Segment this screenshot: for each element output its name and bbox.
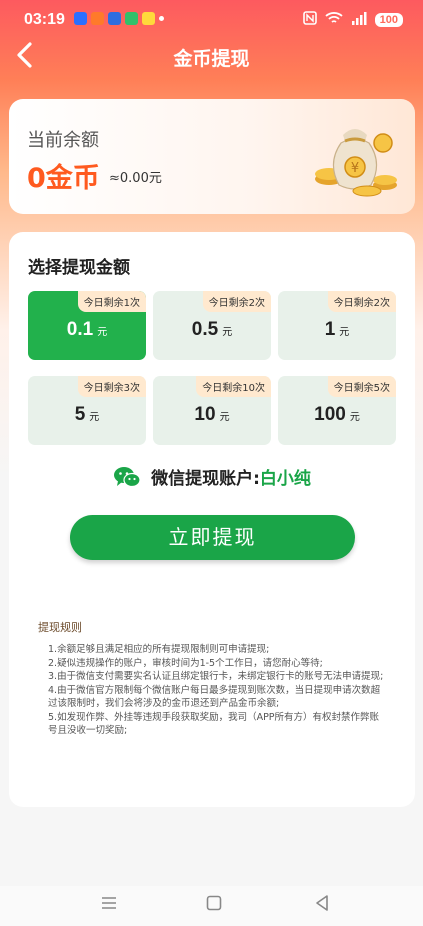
remaining-badge: 今日剩余3次 <box>77 376 146 397</box>
back-triangle-icon[interactable] <box>313 894 331 916</box>
rule-item: 5.如发现作弊、外挂等违规手段获取奖励，我司（APP所有方）有权封禁作弊账号且没… <box>48 711 380 737</box>
more-dot-icon <box>159 16 164 21</box>
app-notification-icon <box>125 12 138 25</box>
app-notification-icon <box>142 12 155 25</box>
rules-title: 提现规则 <box>38 621 82 634</box>
app-notification-icon <box>91 12 104 25</box>
notification-icons <box>74 12 164 25</box>
amount-unit: 元 <box>349 412 360 423</box>
remaining-badge: 今日剩余10次 <box>196 376 271 397</box>
withdraw-now-button[interactable]: 立即提现 <box>70 515 355 560</box>
balance-card: 当前余额 0金币 ≈0.00元 ¥ <box>9 99 415 214</box>
rule-item: 4.由于微信官方限制每个微信账户每日最多提现到账次数，当日提现申请次数超过该限制… <box>48 684 381 710</box>
remaining-badge: 今日剩余5次 <box>327 376 396 397</box>
status-right: 100 <box>302 11 403 28</box>
rule-item: 2.疑似违规操作的账户，审核时间为1-5个工作日，请您耐心等待; <box>48 657 323 669</box>
amount-unit: 元 <box>219 412 230 423</box>
wifi-icon <box>325 11 343 28</box>
amount-unit: 元 <box>89 412 100 423</box>
amount-option-5[interactable]: 今日剩余3次 5元 <box>28 376 146 445</box>
amount-option-1[interactable]: 今日剩余2次 1元 <box>278 291 396 360</box>
amount-value: 10 <box>194 404 216 425</box>
amount-option-0-1[interactable]: 今日剩余1次 0.1 元 <box>28 291 146 360</box>
amount-value: 0.5 <box>191 319 219 340</box>
withdraw-card: 选择提现金额 今日剩余1次 0.1 元 今日剩余2次 0.5 元 今日剩余2次 1元… <box>9 232 415 807</box>
amount-option-100[interactable]: 今日剩余5次 100 元 <box>278 376 396 445</box>
amount-value: 100 <box>314 404 346 425</box>
remaining-badge: 今日剩余2次 <box>202 291 271 312</box>
home-icon[interactable] <box>205 894 223 916</box>
amount-option-10[interactable]: 今日剩余10次 10 元 <box>153 376 271 445</box>
app-notification-icon <box>74 12 87 25</box>
account-label: 微信提现账户: <box>151 469 260 489</box>
signal-icon <box>351 11 367 28</box>
remaining-badge: 今日剩余1次 <box>77 291 146 312</box>
account-name: 白小纯 <box>259 469 311 489</box>
app-notification-icon <box>108 12 121 25</box>
wechat-account: 微信提现账户:白小纯 <box>9 464 415 494</box>
nfc-icon <box>302 11 317 28</box>
battery-indicator: 100 <box>374 12 403 27</box>
rules-list: 1.余额足够且满足相应的所有提现限制则可申请提现; 2.疑似违规操作的账户，审核… <box>48 643 388 738</box>
amount-unit: 元 <box>97 327 108 338</box>
remaining-badge: 今日剩余2次 <box>327 291 396 312</box>
amount-unit: 元 <box>222 327 233 338</box>
header: 金币提现 <box>0 36 423 76</box>
amount-option-0-5[interactable]: 今日剩余2次 0.5 元 <box>153 291 271 360</box>
amount-value: 1 <box>324 319 336 340</box>
balance-label: 当前余额 <box>27 130 99 151</box>
status-bar: 03:19 100 <box>0 0 423 40</box>
page-title: 金币提现 <box>173 48 250 70</box>
svg-text:¥: ¥ <box>351 161 359 176</box>
money-bag-icon: ¥ <box>309 113 401 199</box>
menu-icon[interactable] <box>100 894 118 916</box>
rule-item: 3.由于微信支付需要实名认证且绑定银行卡，未绑定银行卡的账号无法申请提现; <box>48 671 384 682</box>
amount-value: 0.1 <box>66 319 94 340</box>
section-title: 选择提现金额 <box>28 258 130 278</box>
system-nav-bar <box>0 886 423 926</box>
rule-item: 1.余额足够且满足相应的所有提现限制则可申请提现; <box>48 644 270 655</box>
status-time: 03:19 <box>24 11 65 28</box>
balance-value: 0金币 <box>27 163 100 194</box>
amount-value: 5 <box>74 404 86 425</box>
balance-approx: ≈0.00元 <box>109 171 162 186</box>
wechat-icon <box>113 465 141 494</box>
amount-unit: 元 <box>339 327 350 338</box>
